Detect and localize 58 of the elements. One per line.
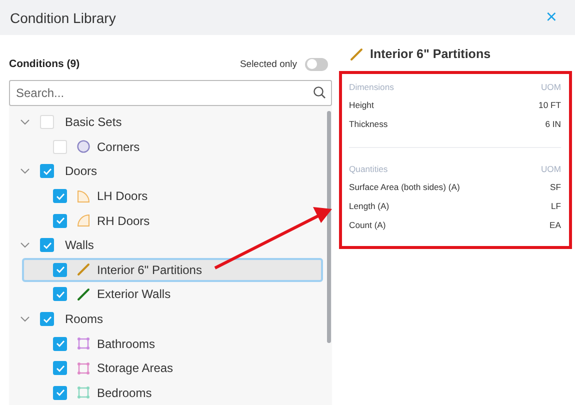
checkbox[interactable]: [53, 189, 67, 204]
section-heading: Quantities: [349, 164, 388, 174]
window-title: Condition Library: [10, 10, 116, 26]
search-icon: [313, 86, 326, 99]
property-name: Count (A): [349, 220, 386, 230]
property-name: Length (A): [349, 200, 390, 210]
unit-heading: UOM: [540, 164, 561, 174]
checkbox[interactable]: [40, 238, 54, 252]
tree-item[interactable]: Corners: [22, 134, 323, 160]
checkbox[interactable]: [53, 262, 67, 277]
scrollbar-thumb[interactable]: [327, 111, 331, 343]
tree-item[interactable]: Walls: [9, 232, 323, 258]
checkbox[interactable]: [53, 361, 67, 376]
unit-heading: UOM: [540, 82, 561, 92]
property-unit: SF: [550, 182, 561, 192]
checkmark-icon: [42, 242, 52, 249]
checkbox[interactable]: [40, 164, 54, 178]
tree-item[interactable]: Rooms: [9, 306, 323, 332]
checkmark-icon: [56, 340, 64, 348]
tree-item[interactable]: RH Doors: [22, 208, 323, 233]
chevron-icon[interactable]: [20, 119, 30, 126]
tree-item[interactable]: LH Doors: [22, 184, 323, 208]
section-heading: Dimensions: [349, 82, 394, 92]
chevron-icon[interactable]: [20, 242, 30, 248]
tree-item[interactable]: Storage Areas: [22, 356, 323, 381]
checkmark-icon: [56, 217, 64, 224]
property-name: Thickness: [349, 118, 388, 128]
chevron-icon[interactable]: [20, 316, 30, 322]
checkmark-icon: [42, 168, 52, 175]
checkmark-icon: [42, 316, 52, 323]
checkbox[interactable]: [53, 336, 67, 351]
property-unit: 6 IN: [545, 118, 561, 128]
checkbox[interactable]: [53, 287, 67, 302]
tree-item[interactable]: Exterior Walls: [22, 282, 323, 307]
checkmark-icon: [56, 290, 64, 298]
checkbox[interactable]: [53, 214, 67, 228]
checkmark-icon: [56, 389, 64, 396]
tree-item[interactable]: Doors: [9, 159, 323, 184]
search-field[interactable]: Search...: [9, 80, 332, 106]
tree-item[interactable]: Bathrooms: [22, 331, 323, 356]
property-unit: LF: [550, 200, 561, 210]
checkbox[interactable]: [53, 386, 67, 400]
property-unit: EA: [550, 220, 561, 230]
chevron-icon[interactable]: [20, 168, 30, 174]
property-name: Height: [349, 100, 374, 110]
checkmark-icon: [56, 266, 64, 274]
conditions-heading: Conditions (9): [9, 58, 80, 70]
checkbox[interactable]: [40, 312, 54, 326]
selected-only-label: Selected only: [240, 58, 297, 70]
property-unit: 10 FT: [538, 100, 561, 110]
tree-item[interactable]: Bedrooms: [22, 380, 323, 405]
tree-item[interactable]: Basic Sets: [9, 110, 323, 135]
tree-item[interactable]: Interior 6" Partitions: [22, 258, 323, 282]
checkmark-icon: [56, 364, 64, 372]
property-name: Surface Area (both sides) (A): [349, 182, 460, 192]
checkmark-icon: [56, 192, 64, 200]
condition-title: Interior 6" Partitions: [370, 47, 491, 61]
selected-only-toggle[interactable]: [305, 58, 328, 70]
